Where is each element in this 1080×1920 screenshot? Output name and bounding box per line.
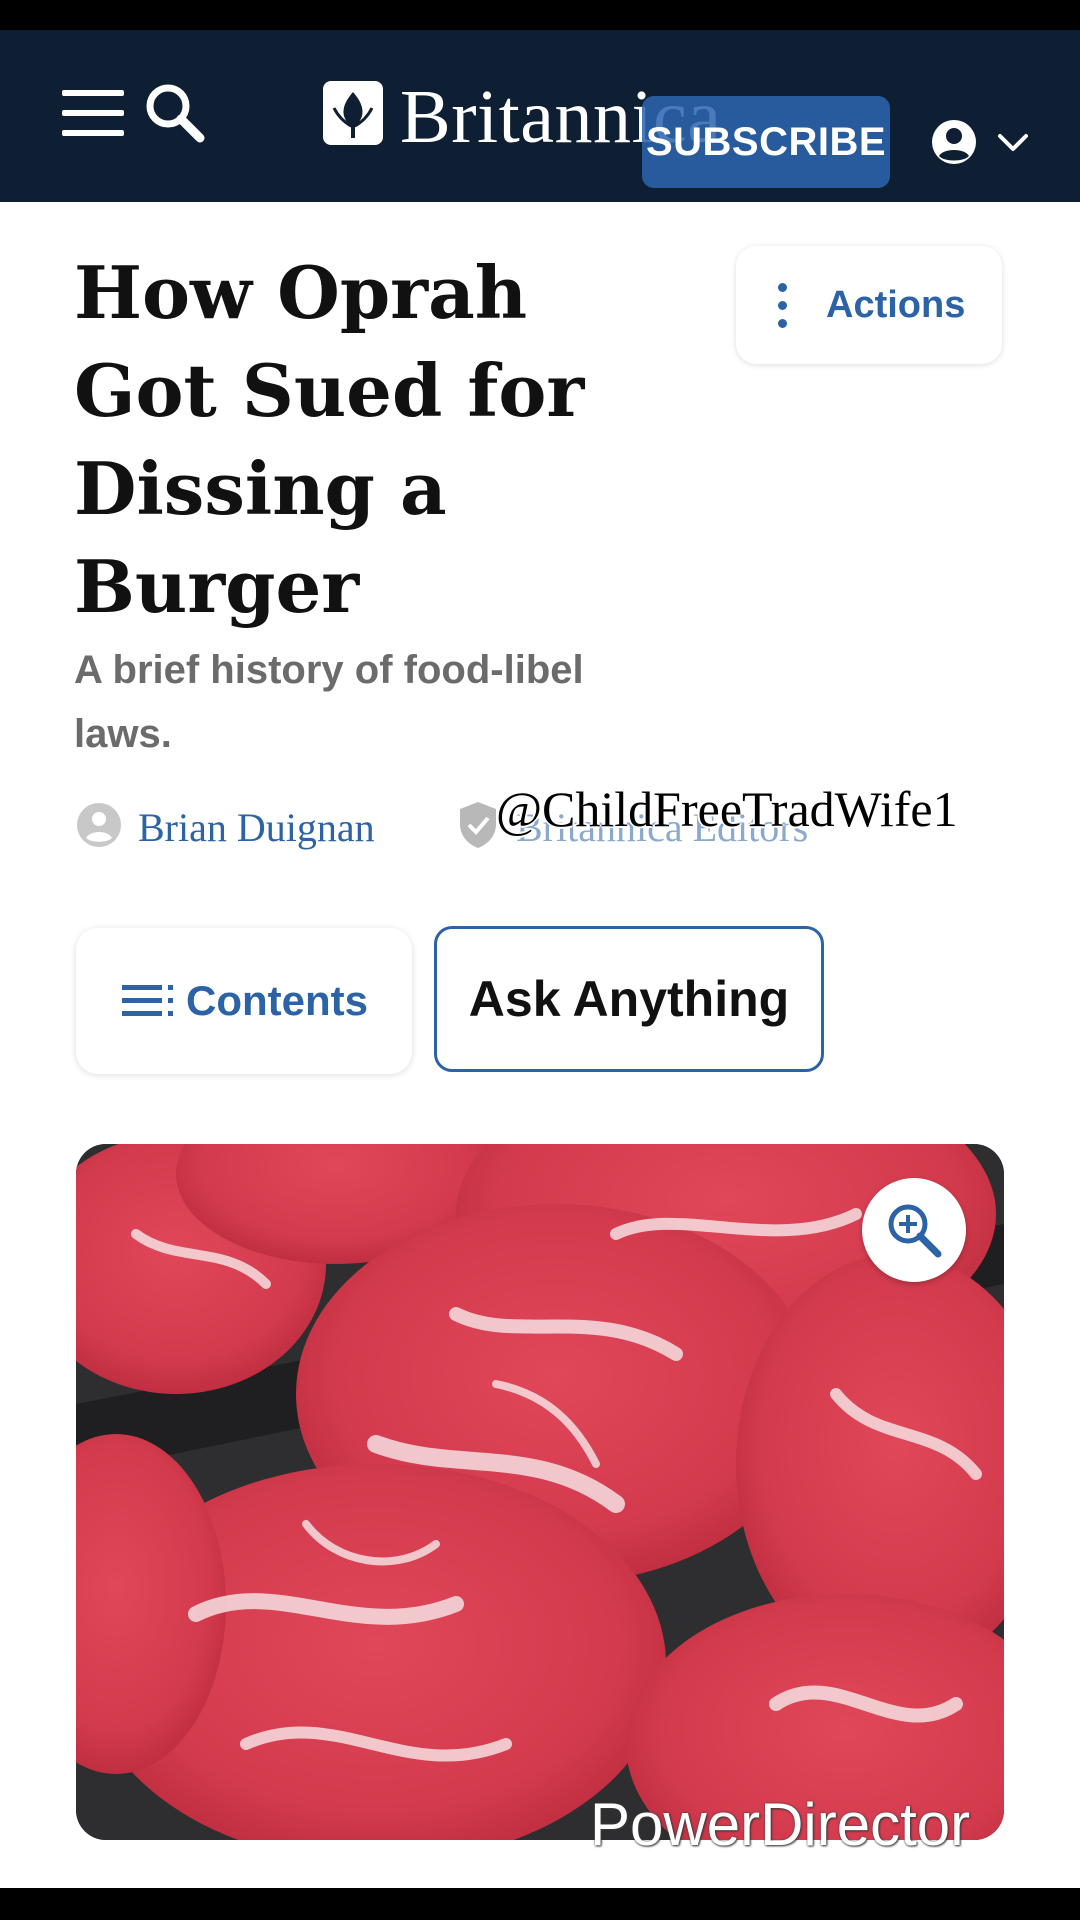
article-title: How Oprah Got Sued for Dissing a Burger bbox=[74, 250, 585, 629]
person-icon bbox=[77, 803, 121, 847]
shield-check-icon bbox=[460, 802, 496, 848]
hero-image[interactable] bbox=[76, 1144, 1004, 1840]
bottom-bar bbox=[0, 1888, 1080, 1920]
list-icon bbox=[122, 985, 173, 1016]
actions-label: Actions bbox=[826, 283, 966, 326]
britannica-logo-icon[interactable] bbox=[322, 80, 384, 146]
zoom-in-icon bbox=[888, 1204, 942, 1258]
user-handle-watermark: @ChildFreeTradWife1 bbox=[496, 781, 958, 837]
chevron-down-icon[interactable] bbox=[996, 130, 1030, 154]
search-icon[interactable] bbox=[142, 80, 206, 144]
top-navigation-bar: Britannica SUBSCRIBE bbox=[0, 30, 1080, 202]
author-link[interactable]: Brian Duignan bbox=[138, 804, 375, 851]
account-icon[interactable] bbox=[930, 118, 978, 166]
powerdirector-watermark: PowerDirector bbox=[590, 1791, 971, 1858]
subscribe-button[interactable]: SUBSCRIBE bbox=[642, 96, 890, 188]
contents-label: Contents bbox=[186, 977, 368, 1024]
contents-button[interactable]: Contents bbox=[76, 928, 412, 1074]
article-subtitle: A brief history of food-libel laws. bbox=[74, 648, 584, 756]
menu-icon[interactable] bbox=[62, 90, 124, 142]
article-page: How Oprah Got Sued for Dissing a Burger … bbox=[0, 202, 1080, 1888]
kebab-icon bbox=[778, 282, 790, 328]
actions-button[interactable]: Actions bbox=[736, 246, 1002, 364]
zoom-in-button[interactable] bbox=[862, 1178, 966, 1282]
ask-anything-button[interactable]: Ask Anything bbox=[434, 926, 824, 1072]
